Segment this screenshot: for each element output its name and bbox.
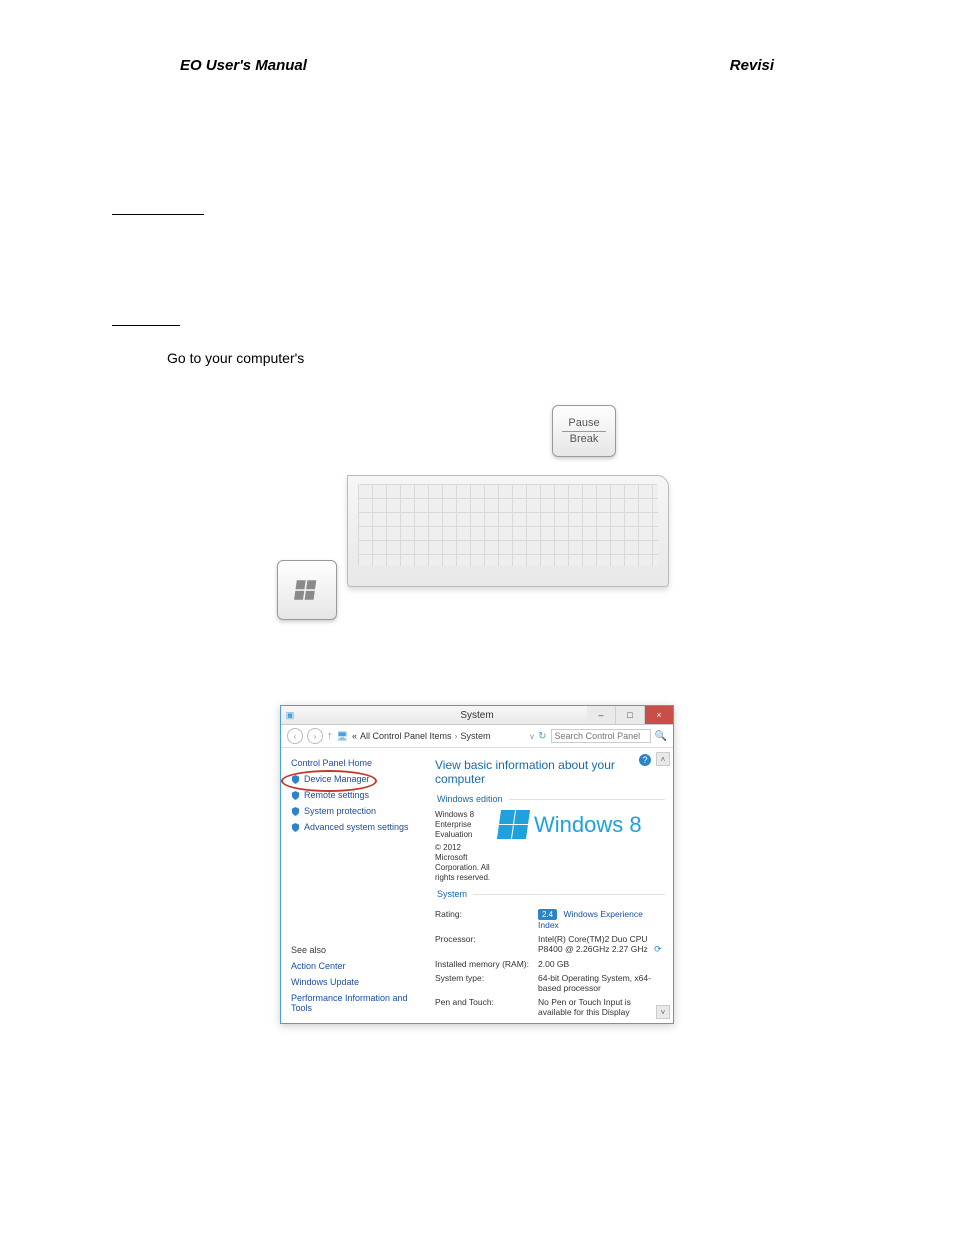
system-legend: System	[435, 889, 473, 899]
copyright-text: © 2012 Microsoft Corporation. All rights…	[435, 843, 491, 883]
windows-update-link[interactable]: Windows Update	[291, 977, 419, 987]
shield-icon	[291, 823, 300, 832]
crumb-sep: ›	[455, 731, 458, 741]
search-input[interactable]	[551, 729, 651, 743]
pause-label: Pause	[568, 417, 599, 429]
device-manager-link[interactable]: Device Manager	[291, 774, 419, 784]
section-underline-1	[112, 214, 204, 215]
system-type-value: 64-bit Operating System, x64-based proce…	[538, 973, 665, 993]
windows8-logo-text: Windows 8	[534, 812, 642, 838]
processor-label: Processor:	[435, 934, 530, 955]
pen-touch-value: No Pen or Touch Input is available for t…	[538, 997, 665, 1017]
shield-icon	[291, 775, 300, 784]
scroll-up-button[interactable]: ˄	[656, 752, 670, 766]
pause-break-key: Pause Break	[552, 405, 616, 457]
nav-up-button[interactable]: ↑	[327, 730, 333, 742]
see-also-label: See also	[291, 931, 419, 955]
minimize-button[interactable]: –	[587, 706, 615, 724]
shield-icon	[291, 791, 300, 800]
windows-logo-icon	[497, 810, 530, 839]
system-type-label: System type:	[435, 973, 530, 993]
page-heading: View basic information about your comput…	[435, 758, 665, 786]
ram-label: Installed memory (RAM):	[435, 959, 530, 969]
step-1-text: Go to your computer's	[167, 350, 304, 366]
action-center-link[interactable]: Action Center	[291, 961, 419, 971]
advanced-settings-label: Advanced system settings	[304, 822, 409, 832]
right-pane: ? ˄ ˅ View basic information about your …	[427, 748, 673, 1023]
keyboard-icon	[347, 475, 669, 587]
pen-touch-label: Pen and Touch:	[435, 997, 530, 1017]
scroll-down-button[interactable]: ˅	[656, 1005, 670, 1019]
windows8-logo: Windows 8	[499, 810, 642, 839]
nav-forward-button[interactable]: ›	[307, 728, 323, 744]
section-underline-2	[112, 325, 180, 326]
rating-label: Rating:	[435, 909, 530, 930]
key-divider	[562, 431, 605, 432]
nav-bar: ‹ › ↑ 🖥 « All Control Panel Items › Syst…	[281, 725, 673, 748]
processor-value: Intel(R) Core(TM)2 Duo CPU P8400 @ 2.26G…	[538, 934, 665, 955]
breadcrumb[interactable]: « All Control Panel Items › System	[352, 731, 526, 741]
rating-value: 2.4 Windows Experience Index	[538, 909, 665, 930]
help-icon[interactable]: ?	[639, 754, 651, 766]
perf-info-tools-link[interactable]: Performance Information and Tools	[291, 993, 419, 1013]
break-label: Break	[570, 433, 599, 445]
windows-key	[277, 560, 337, 620]
crumb-system[interactable]: System	[461, 731, 491, 741]
remote-settings-label: Remote settings	[304, 790, 369, 800]
shield-icon	[291, 807, 300, 816]
system-window: ▣ System – □ × ‹ › ↑ 🖥 « All Control Pan…	[280, 705, 674, 1024]
ram-value: 2.00 GB	[538, 959, 665, 969]
windows-logo-icon	[294, 577, 320, 603]
computer-icon: 🖥	[337, 731, 348, 742]
header-left: EO User's Manual	[180, 57, 307, 74]
edition-text: Windows 8 Enterprise Evaluation	[435, 810, 491, 840]
search-icon[interactable]: 🔍	[655, 731, 667, 742]
device-manager-label: Device Manager	[304, 774, 370, 784]
remote-settings-link[interactable]: Remote settings	[291, 790, 419, 800]
chevron-down-icon[interactable]: v	[530, 732, 534, 741]
title-bar: ▣ System – □ ×	[281, 706, 673, 725]
nav-back-button[interactable]: ‹	[287, 728, 303, 744]
close-button[interactable]: ×	[645, 706, 673, 724]
windows-edition-legend: Windows edition	[435, 794, 509, 804]
windows-edition-group: Windows edition Windows 8 Enterprise Eva…	[435, 794, 665, 883]
processor-refresh-icon[interactable]: ⟳	[654, 944, 662, 954]
keyboard-figure: Pause Break	[277, 405, 677, 635]
header-right: Revisi	[730, 57, 774, 74]
system-protection-label: System protection	[304, 806, 376, 816]
refresh-button[interactable]: ↻	[538, 731, 546, 742]
control-panel-home-link[interactable]: Control Panel Home	[291, 758, 419, 768]
crumb-all-items[interactable]: All Control Panel Items	[360, 731, 452, 741]
maximize-button[interactable]: □	[615, 706, 645, 724]
left-pane: Control Panel Home Device Manager Remote…	[281, 748, 427, 1023]
crumb-prefix: «	[352, 731, 357, 741]
advanced-settings-link[interactable]: Advanced system settings	[291, 822, 419, 832]
wei-score-badge: 2.4	[538, 909, 557, 920]
system-protection-link[interactable]: System protection	[291, 806, 419, 816]
system-group: System Rating: 2.4 Windows Experience In…	[435, 889, 665, 1017]
